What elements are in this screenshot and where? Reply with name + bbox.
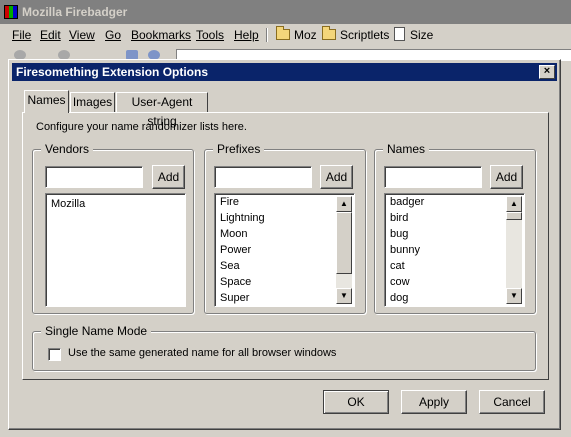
- list-item[interactable]: Fire: [220, 196, 239, 208]
- list-item[interactable]: cat: [390, 260, 405, 272]
- list-item[interactable]: Lightning: [220, 212, 265, 224]
- close-button[interactable]: ×: [539, 65, 555, 79]
- scroll-down-button[interactable]: ▼: [506, 288, 522, 304]
- menu-view[interactable]: View: [69, 28, 95, 42]
- list-item[interactable]: badger: [390, 196, 424, 208]
- mozilla-app-icon: [4, 5, 18, 19]
- apply-button[interactable]: Apply: [401, 390, 467, 414]
- bookmark-scriptlets[interactable]: Scriptlets: [322, 26, 389, 44]
- arrow-up-icon: ▲: [510, 199, 518, 208]
- menu-bookmarks[interactable]: Bookmarks: [131, 28, 191, 42]
- prefixes-legend: Prefixes: [213, 142, 265, 156]
- list-item[interactable]: bug: [390, 228, 408, 240]
- tab-names[interactable]: Names: [24, 90, 69, 113]
- cancel-button[interactable]: Cancel: [479, 390, 545, 414]
- options-dialog: Firesomething Extension Options × Names …: [8, 59, 561, 430]
- same-name-checkbox[interactable]: [48, 348, 61, 361]
- ok-button[interactable]: OK: [323, 390, 389, 414]
- scroll-thumb[interactable]: [336, 212, 352, 274]
- single-name-mode-legend: Single Name Mode: [41, 324, 152, 338]
- scroll-down-button[interactable]: ▼: [336, 288, 352, 304]
- vendors-group: Vendors Add Mozilla: [32, 142, 194, 314]
- browser-title: Mozilla Firebadger: [22, 5, 128, 19]
- menu-separator: [266, 28, 268, 42]
- intro-text: Configure your name randomizer lists her…: [36, 121, 247, 133]
- arrow-down-icon: ▼: [510, 291, 518, 300]
- prefixes-scrollbar[interactable]: ▲ ▼: [336, 196, 352, 304]
- folder-icon: [322, 26, 336, 40]
- list-item[interactable]: Mozilla: [51, 198, 85, 210]
- tab-user-agent[interactable]: User-Agent string: [116, 92, 208, 128]
- same-name-checkbox-label[interactable]: Use the same generated name for all brow…: [68, 347, 336, 359]
- list-item[interactable]: Power: [220, 244, 251, 256]
- folder-icon: [276, 26, 290, 40]
- names-legend: Names: [383, 142, 430, 156]
- prefixes-list[interactable]: Fire Lightning Moon Power Sea Space Supe…: [214, 193, 355, 307]
- list-item[interactable]: bird: [390, 212, 408, 224]
- bookmark-size[interactable]: Size: [392, 26, 433, 44]
- names-list[interactable]: badger bird bug bunny cat cow dog ▲ ▼: [384, 193, 525, 307]
- browser-title-bar: Mozilla Firebadger: [0, 0, 571, 24]
- list-item[interactable]: Sea: [220, 260, 240, 272]
- list-item[interactable]: Super: [220, 292, 249, 304]
- prefix-input[interactable]: [214, 166, 312, 188]
- vendors-legend: Vendors: [41, 142, 94, 156]
- scroll-up-button[interactable]: ▲: [336, 196, 352, 212]
- vendor-input[interactable]: [45, 166, 143, 188]
- add-vendor-button[interactable]: Add: [152, 165, 185, 189]
- prefixes-group: Prefixes Add Fire Lightning Moon Power S…: [204, 142, 366, 314]
- menu-help[interactable]: Help: [234, 28, 259, 42]
- list-item[interactable]: cow: [390, 276, 410, 288]
- scroll-up-button[interactable]: ▲: [506, 196, 522, 212]
- single-name-mode-group: Single Name Mode Use the same generated …: [32, 324, 536, 371]
- tab-images[interactable]: Images: [70, 92, 115, 113]
- menu-bar: File Edit View Go Bookmarks Tools Help M…: [0, 24, 571, 46]
- list-item[interactable]: Space: [220, 276, 251, 288]
- page-icon: [394, 27, 405, 41]
- add-name-button[interactable]: Add: [490, 165, 523, 189]
- names-scrollbar[interactable]: ▲ ▼: [506, 196, 522, 304]
- name-input[interactable]: [384, 166, 482, 188]
- scroll-thumb[interactable]: [506, 212, 522, 220]
- list-item[interactable]: bunny: [390, 244, 420, 256]
- vendors-list[interactable]: Mozilla: [45, 193, 186, 307]
- dialog-title-bar: Firesomething Extension Options ×: [12, 63, 557, 81]
- list-item[interactable]: Moon: [220, 228, 248, 240]
- arrow-up-icon: ▲: [340, 199, 348, 208]
- add-prefix-button[interactable]: Add: [320, 165, 353, 189]
- menu-go[interactable]: Go: [105, 28, 121, 42]
- menu-file[interactable]: File: [12, 28, 31, 42]
- bookmark-moz[interactable]: Moz: [276, 26, 317, 44]
- names-group: Names Add badger bird bug bunny cat cow …: [374, 142, 536, 314]
- arrow-down-icon: ▼: [340, 291, 348, 300]
- list-item[interactable]: dog: [390, 292, 408, 304]
- names-tab-panel: Configure your name randomizer lists her…: [22, 112, 549, 380]
- menu-edit[interactable]: Edit: [40, 28, 61, 42]
- menu-tools[interactable]: Tools: [196, 28, 224, 42]
- dialog-title: Firesomething Extension Options: [16, 65, 209, 79]
